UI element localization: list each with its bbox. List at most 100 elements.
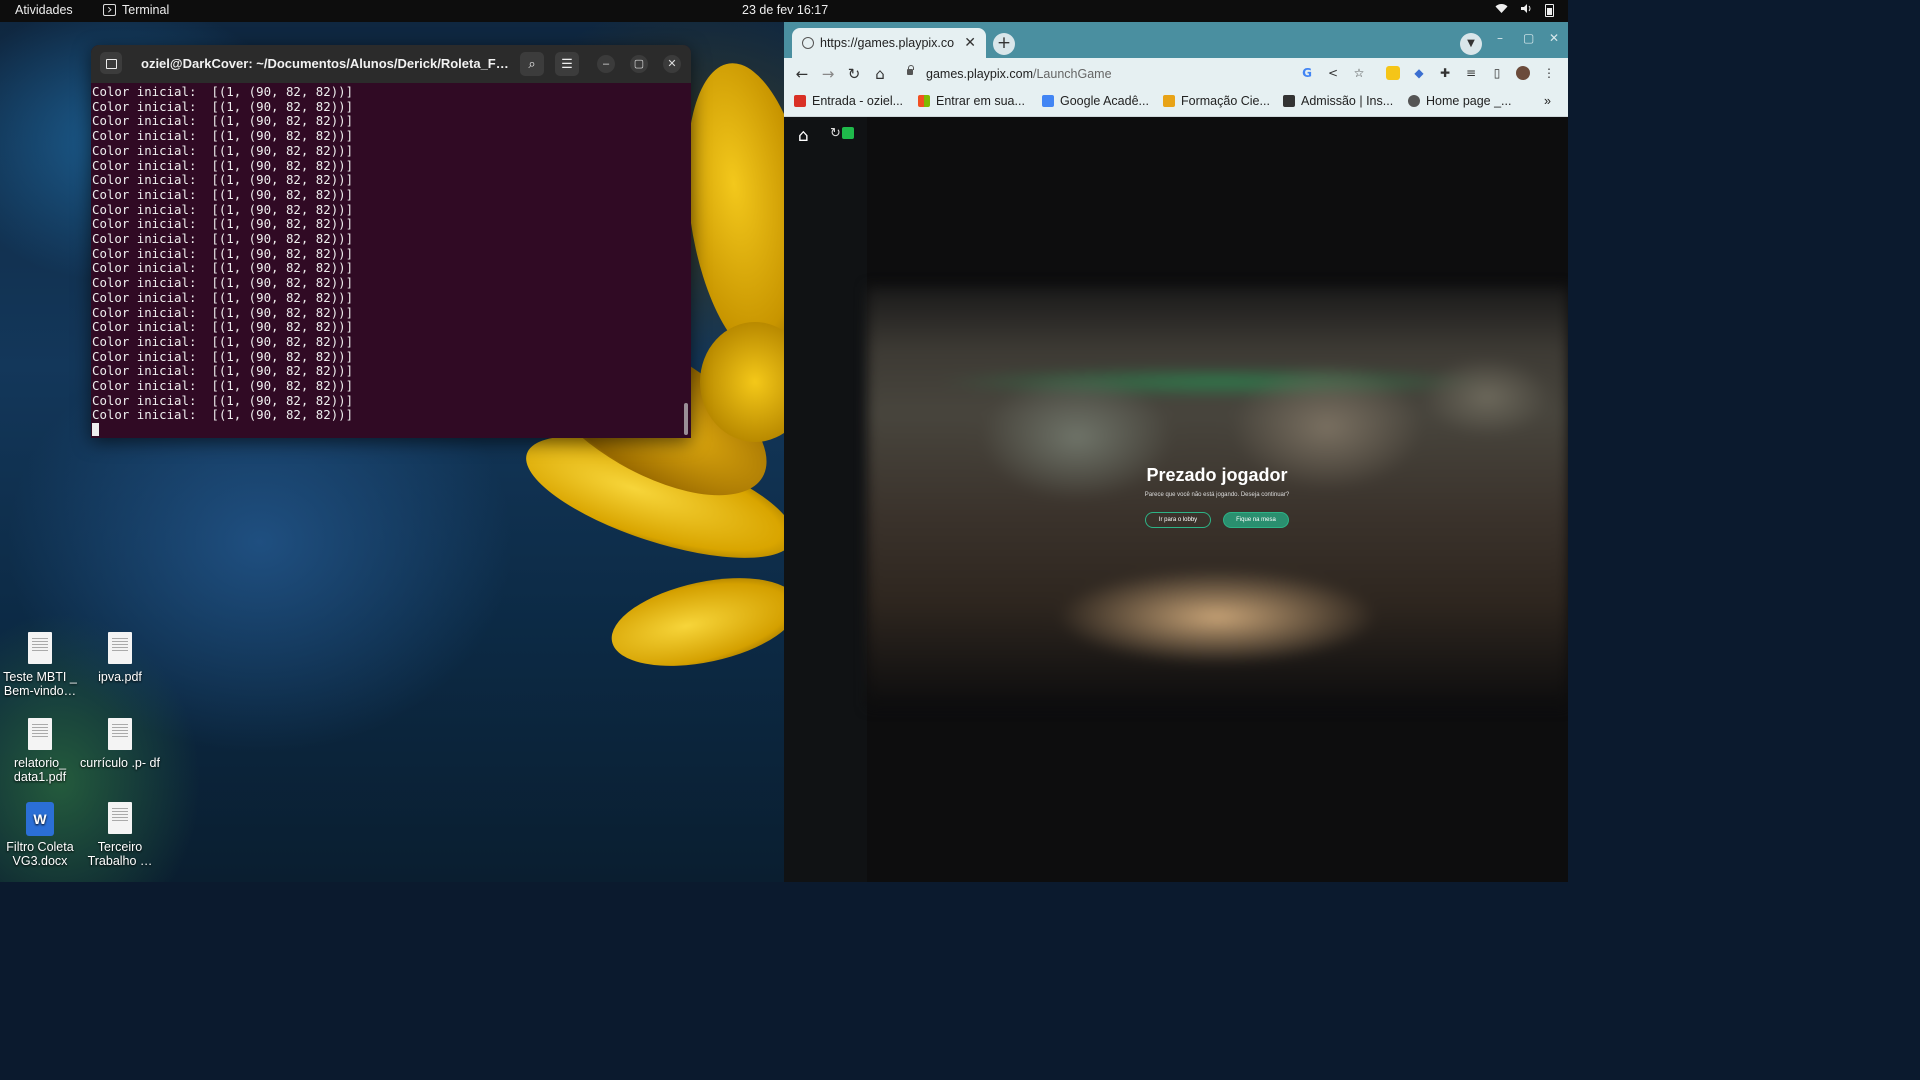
document-icon <box>28 632 52 664</box>
desktop-file-terceiro-trabalho[interactable]: Terceiro Trabalho … <box>80 802 160 868</box>
hamburger-menu-icon[interactable]: ☰ <box>555 52 579 76</box>
terminal-cursor-line <box>92 423 691 438</box>
bookmark-label: Google Acadê... <box>1060 94 1149 108</box>
wifi-icon[interactable] <box>1495 3 1508 17</box>
stay-at-table-button[interactable]: Fique na mesa <box>1223 512 1289 528</box>
terminal-line: Color inicial: [(1, (90, 82, 82))] <box>92 304 354 320</box>
bookmark-gmail[interactable]: Entrada - oziel... <box>794 94 903 108</box>
desktop-file-relatorio[interactable]: relatorio_ data1.pdf <box>0 718 80 784</box>
status-indicator <box>842 127 854 139</box>
admissao-icon <box>1283 95 1295 107</box>
search-icon[interactable]: ⌕ <box>520 52 544 76</box>
avatar[interactable] <box>1516 66 1530 80</box>
terminal-icon <box>103 4 116 16</box>
file-label: ipva.pdf <box>98 670 142 684</box>
game-sidebar: ⌂ ↻ <box>784 117 867 882</box>
desktop-file-curriculo[interactable]: currículo .p- df <box>80 718 160 770</box>
system-tray[interactable] <box>1495 3 1554 17</box>
minimize-button[interactable]: – <box>1497 31 1503 45</box>
refresh-icon[interactable]: ↻ <box>830 126 841 141</box>
app-menu[interactable]: Terminal <box>103 3 169 17</box>
scholar-icon <box>1042 95 1054 107</box>
terminal-line: Color inicial: [(1, (90, 82, 82))] <box>92 333 354 349</box>
pdf-icon <box>28 718 52 750</box>
extension-icon[interactable] <box>1386 66 1400 80</box>
browser-tab[interactable]: https://games.playpix.co ✕ <box>792 28 986 58</box>
terminal-line: Color inicial: [(1, (90, 82, 82))] <box>92 128 354 144</box>
terminal-line: Color inicial: [(1, (90, 82, 82))] <box>92 392 354 408</box>
bookmark-label: Entrada - oziel... <box>812 94 904 108</box>
file-label: Terceiro Trabalho … <box>87 840 153 868</box>
clock[interactable]: 23 de fev 16:17 <box>742 3 828 17</box>
bookmark-microsoft[interactable]: Entrar em sua... <box>918 94 1025 108</box>
terminal-window[interactable]: oziel@DarkCover: ~/Documentos/Alunos/Der… <box>91 45 691 438</box>
word-document-icon: W <box>26 802 54 836</box>
bookmarks-bar: Entrada - oziel... Entrar em sua... Goog… <box>784 90 1568 117</box>
extension-icon[interactable]: ◆ <box>1412 66 1426 80</box>
kebab-menu-icon[interactable]: ⋮ <box>1542 66 1556 80</box>
terminal-title: oziel@DarkCover: ~/Documentos/Alunos/Der… <box>141 56 511 71</box>
desktop-file-ipva[interactable]: ipva.pdf <box>80 632 160 684</box>
terminal-line: Color inicial: [(1, (90, 82, 82))] <box>92 157 354 173</box>
home-icon[interactable]: ⌂ <box>870 64 890 84</box>
maximize-button[interactable]: ▢ <box>630 55 648 73</box>
terminal-titlebar[interactable]: oziel@DarkCover: ~/Documentos/Alunos/Der… <box>91 45 691 83</box>
browser-toolbar: ← → ↻ ⌂ games.playpix.com/LaunchGame G <… <box>784 58 1568 90</box>
globe-icon <box>1408 95 1420 107</box>
maximize-button[interactable]: ▢ <box>1523 31 1534 45</box>
share-icon[interactable]: < <box>1326 66 1340 80</box>
document-icon <box>108 802 132 834</box>
close-tab-icon[interactable]: ✕ <box>964 34 976 51</box>
tab-search-chevron-icon[interactable]: ▼ <box>1460 33 1482 55</box>
terminal-line: Color inicial: [(1, (90, 82, 82))] <box>92 98 354 114</box>
terminal-line: Color inicial: [(1, (90, 82, 82))] <box>92 275 354 291</box>
inactivity-dialog: Prezado jogador Parece que você não está… <box>1084 465 1350 528</box>
file-label: Filtro Coleta VG3.docx <box>6 840 74 868</box>
reload-icon[interactable]: ↻ <box>844 64 864 84</box>
globe-icon <box>802 37 814 49</box>
pdf-icon <box>108 718 132 750</box>
google-icon[interactable]: G <box>1300 66 1314 80</box>
close-button[interactable]: ✕ <box>1549 31 1559 45</box>
file-label: Teste MBTI _ Bem-vindo… <box>3 670 77 698</box>
new-tab-icon[interactable] <box>100 52 122 74</box>
desktop-file-teste-mbti[interactable]: Teste MBTI _ Bem-vindo… <box>0 632 80 698</box>
terminal-line: Color inicial: [(1, (90, 82, 82))] <box>92 84 354 99</box>
minimize-button[interactable]: – <box>597 55 615 73</box>
microsoft-icon <box>918 95 930 107</box>
terminal-line: Color inicial: [(1, (90, 82, 82))] <box>92 319 354 335</box>
star-icon[interactable]: ☆ <box>1352 66 1366 80</box>
bookmark-scholar[interactable]: Google Acadê... <box>1042 94 1149 108</box>
game-page: ⌂ ↻ Prezado jogador Parece que você não … <box>784 117 1568 882</box>
bookmark-label: Home page _... <box>1426 94 1512 108</box>
bookmark-admissao[interactable]: Admissão | Ins... <box>1283 94 1393 108</box>
lock-icon[interactable] <box>907 65 914 75</box>
battery-icon[interactable] <box>1545 3 1554 17</box>
side-panel-icon[interactable]: ▯ <box>1490 66 1504 80</box>
bookmark-home-page[interactable]: Home page _... <box>1408 94 1511 108</box>
url-text: games.playpix.com/LaunchGame <box>926 67 1112 81</box>
puzzle-icon[interactable]: ✚ <box>1438 66 1452 80</box>
formacao-icon <box>1163 95 1175 107</box>
bookmark-formacao[interactable]: Formação Cie... <box>1163 94 1270 108</box>
terminal-line: Color inicial: [(1, (90, 82, 82))] <box>92 260 354 276</box>
terminal-line: Color inicial: [(1, (90, 82, 82))] <box>92 378 354 394</box>
back-arrow-icon[interactable]: ← <box>792 64 812 84</box>
forward-arrow-icon[interactable]: → <box>818 64 838 84</box>
terminal-line: Color inicial: [(1, (90, 82, 82))] <box>92 201 354 217</box>
terminal-scrollbar[interactable] <box>684 403 688 435</box>
new-tab-button[interactable]: + <box>993 33 1015 55</box>
terminal-line: Color inicial: [(1, (90, 82, 82))] <box>92 216 354 232</box>
terminal-output[interactable]: Color inicial: [(1, (90, 82, 82))] Color … <box>91 83 691 438</box>
media-icon[interactable]: ≡ <box>1464 66 1478 80</box>
close-button[interactable]: ✕ <box>663 55 681 73</box>
browser-window[interactable]: https://games.playpix.co ✕ + ▼ – ▢ ✕ ← →… <box>784 22 1568 882</box>
file-label: currículo .p- df <box>80 756 160 770</box>
desktop-file-filtro-coleta[interactable]: W Filtro Coleta VG3.docx <box>0 802 80 868</box>
go-to-lobby-button[interactable]: Ir para o lobby <box>1145 512 1211 528</box>
activities-button[interactable]: Atividades <box>15 3 73 17</box>
volume-icon[interactable] <box>1520 3 1533 17</box>
terminal-line: Color inicial: [(1, (90, 82, 82))] <box>92 186 354 202</box>
bookmarks-overflow-button[interactable]: » <box>1544 94 1551 108</box>
home-icon[interactable]: ⌂ <box>798 126 809 146</box>
